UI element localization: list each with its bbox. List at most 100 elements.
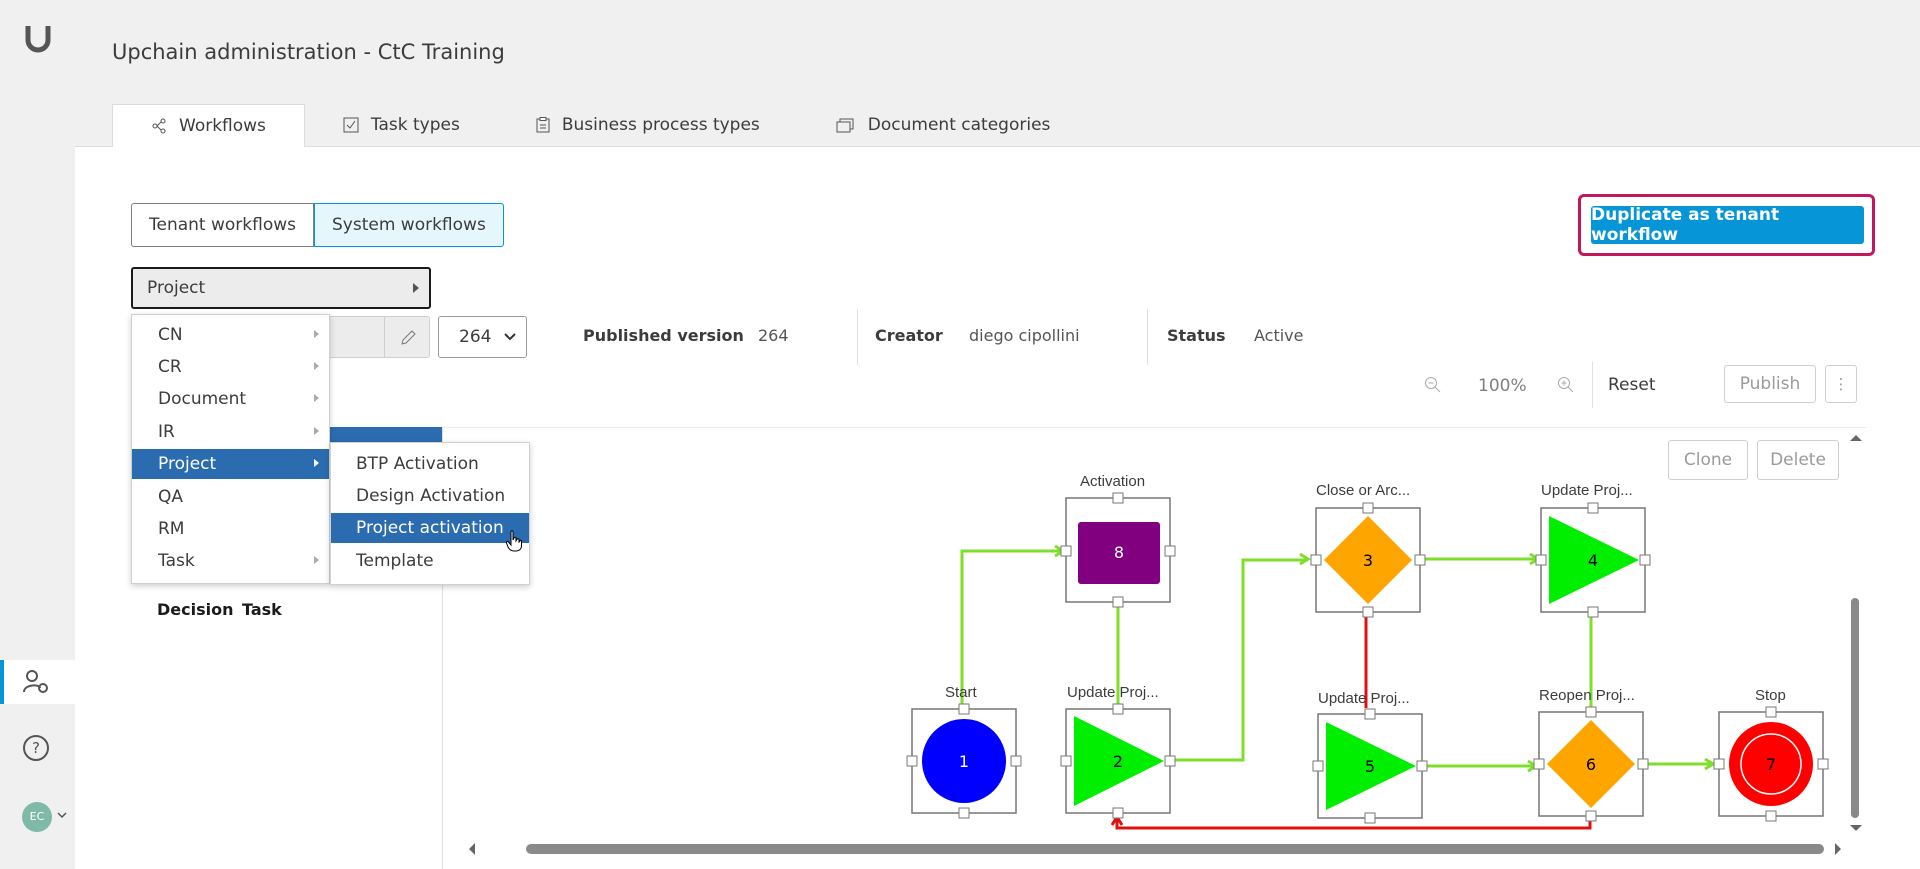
- system-workflows-button[interactable]: System workflows: [314, 203, 504, 247]
- user-avatar[interactable]: EC: [22, 802, 52, 832]
- edge-update-close: [1171, 558, 1308, 762]
- horizontal-scrollbar[interactable]: [466, 838, 1846, 860]
- svg-text:1: 1: [959, 752, 969, 771]
- tab-business-process-types[interactable]: Business process types: [498, 104, 798, 146]
- zoom-out-icon[interactable]: [1424, 376, 1442, 394]
- node-start: 1: [911, 708, 1017, 814]
- node-update-proj-5: 5: [1317, 713, 1423, 819]
- tab-label: Task types: [370, 115, 460, 135]
- palette-decision[interactable]: Decision: [157, 600, 234, 619]
- pencil-icon: [401, 330, 416, 345]
- status-label: Status: [1167, 326, 1226, 345]
- caret-right-icon: [413, 283, 419, 293]
- menu-item-project[interactable]: Project: [132, 449, 329, 479]
- node-reopen-proj: 6: [1538, 711, 1644, 817]
- menu-item-label: Task: [158, 551, 195, 571]
- menu-item-task[interactable]: Task: [132, 546, 329, 576]
- menu-item-document[interactable]: Document: [132, 384, 329, 414]
- active-indicator: [0, 660, 4, 704]
- caret-right-icon: [314, 556, 319, 564]
- svg-text:2: 2: [1113, 752, 1123, 771]
- workflow-icon: [152, 118, 166, 134]
- publish-button[interactable]: Publish: [1724, 365, 1816, 403]
- category-menu: CN CR Document IR Project QA RM Task: [131, 314, 330, 584]
- creator-label: Creator: [875, 326, 943, 345]
- page-title: Upchain administration - CtC Training: [112, 40, 505, 64]
- node-update-proj-4: 4: [1540, 507, 1646, 613]
- svg-text:8: 8: [1114, 543, 1124, 562]
- node-update-proj-2: 2: [1065, 708, 1171, 814]
- submenu-item-btp-activation[interactable]: BTP Activation: [331, 449, 529, 479]
- chevron-down-icon: [504, 333, 516, 341]
- published-version-value: 264: [758, 326, 789, 345]
- header: Upchain administration - CtC Training Wo…: [75, 0, 1920, 147]
- scroll-right-icon[interactable]: [1832, 839, 1844, 859]
- node-activation: 8: [1065, 497, 1171, 603]
- divider: [857, 309, 858, 365]
- chevron-down-icon[interactable]: [57, 811, 67, 819]
- hand-cursor-icon: [506, 530, 522, 552]
- version-select[interactable]: 264: [438, 316, 527, 358]
- vertical-scrollbar[interactable]: [1846, 428, 1866, 838]
- delete-button[interactable]: Delete: [1757, 440, 1839, 480]
- reset-button[interactable]: Reset: [1608, 375, 1656, 395]
- workflow-scope-toggle: Tenant workflows System workflows: [131, 203, 504, 247]
- menu-item-label: Document: [158, 389, 247, 409]
- scroll-left-icon[interactable]: [466, 839, 478, 859]
- scroll-down-icon[interactable]: [1846, 822, 1866, 834]
- divider: [1147, 309, 1148, 365]
- zoom-in-icon[interactable]: [1557, 376, 1575, 394]
- svg-text:5: 5: [1365, 757, 1375, 776]
- tab-task-types[interactable]: Task types: [305, 104, 498, 146]
- caret-right-icon: [314, 330, 319, 338]
- node-label-stop: Stop: [1755, 687, 1786, 704]
- tab-label: Workflows: [179, 116, 266, 136]
- node-close-or-archive: 3: [1315, 507, 1421, 613]
- edge-reopen-update2: [1115, 815, 1592, 830]
- status-value: Active: [1254, 326, 1304, 345]
- caret-right-icon: [314, 459, 319, 467]
- tab-label: Business process types: [561, 115, 760, 135]
- menu-item-ir[interactable]: IR: [132, 417, 329, 447]
- menu-item-qa[interactable]: QA: [132, 482, 329, 512]
- select-value: Project: [147, 278, 206, 298]
- clone-button[interactable]: Clone: [1668, 440, 1748, 480]
- clipboard-icon: [536, 117, 550, 133]
- zoom-level: 100%: [1478, 376, 1527, 396]
- menu-item-cn[interactable]: CN: [132, 320, 329, 350]
- sidebar-item-administration[interactable]: [0, 660, 75, 704]
- project-submenu: BTP Activation Design Activation Project…: [330, 442, 530, 585]
- node-label-update-5: Update Proj...: [1318, 690, 1410, 707]
- tab-bar: Workflows Task types Business process ty…: [112, 104, 1089, 147]
- edit-button[interactable]: [384, 316, 430, 358]
- duplicate-as-tenant-workflow-button[interactable]: Duplicate as tenant workflow: [1591, 205, 1864, 245]
- documents-icon: [836, 118, 854, 133]
- menu-item-label: RM: [158, 519, 185, 539]
- more-options-button[interactable]: ⋮: [1825, 365, 1857, 403]
- menu-item-label: QA: [158, 487, 184, 507]
- workflow-category-select[interactable]: Project: [131, 267, 431, 309]
- scrollbar-thumb[interactable]: [526, 844, 1824, 854]
- menu-item-rm[interactable]: RM: [132, 514, 329, 544]
- duplicate-highlight: Duplicate as tenant workflow: [1578, 194, 1875, 256]
- tenant-workflows-button[interactable]: Tenant workflows: [131, 203, 314, 247]
- help-icon[interactable]: ?: [22, 734, 50, 762]
- submenu-item-template[interactable]: Template: [331, 546, 529, 576]
- node-label-activation: Activation: [1080, 473, 1146, 490]
- tab-document-categories[interactable]: Document categories: [798, 104, 1089, 146]
- creator-value: diego cipollini: [969, 326, 1080, 345]
- menu-item-cr[interactable]: CR: [132, 352, 329, 382]
- node-label-update-4: Update Proj...: [1541, 482, 1633, 499]
- tab-workflows[interactable]: Workflows: [112, 104, 305, 147]
- scrollbar-thumb[interactable]: [1851, 598, 1859, 818]
- upchain-logo-icon[interactable]: [22, 22, 54, 54]
- scroll-up-icon[interactable]: [1846, 432, 1866, 444]
- node-stop: 7: [1718, 711, 1824, 817]
- svg-text:6: 6: [1586, 755, 1596, 774]
- submenu-item-project-activation[interactable]: Project activation: [331, 513, 529, 543]
- svg-text:4: 4: [1588, 551, 1598, 570]
- submenu-item-design-activation[interactable]: Design Activation: [331, 481, 529, 511]
- canvas-border: [442, 427, 1866, 428]
- edge-start-activation: [960, 549, 1062, 707]
- palette-task[interactable]: Task: [242, 600, 282, 619]
